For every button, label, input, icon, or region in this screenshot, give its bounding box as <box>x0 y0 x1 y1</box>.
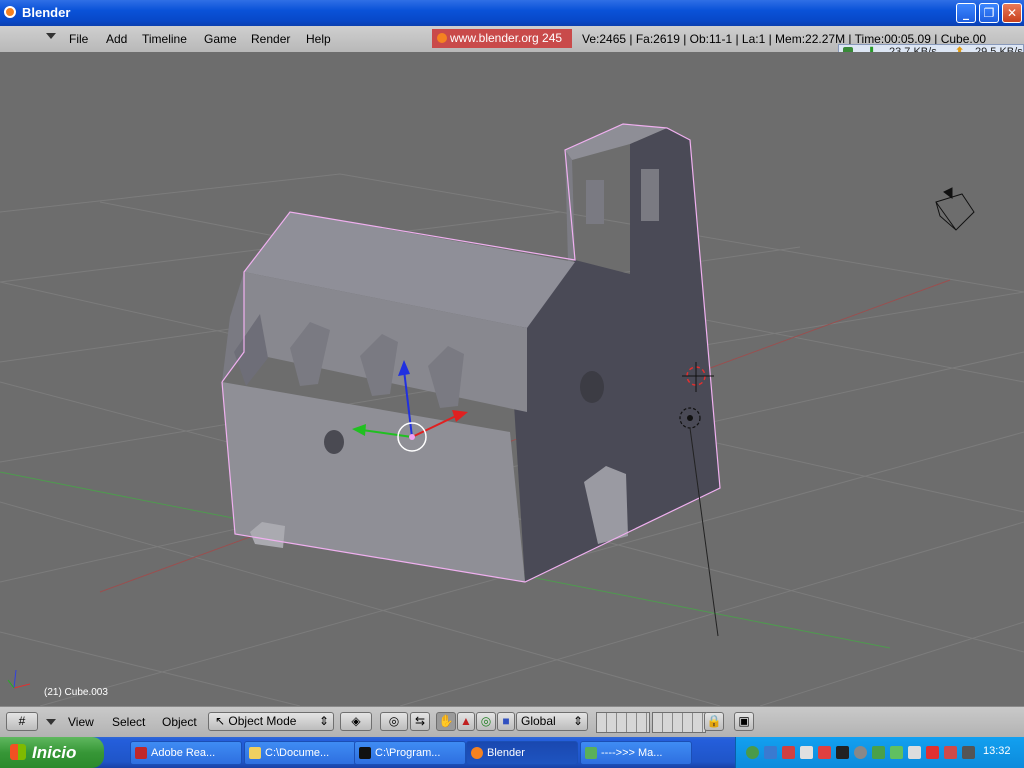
x-arrow-icon[interactable] <box>452 410 468 422</box>
task-blender[interactable]: Blender <box>466 741 578 765</box>
hand-icon: ✋ <box>438 714 454 728</box>
taskbar-clock: 13:32 <box>983 745 1011 757</box>
console-icon <box>359 747 371 759</box>
speaker-icon[interactable] <box>908 746 921 759</box>
menu-select[interactable]: Select <box>112 715 145 729</box>
task-label: Blender <box>487 747 525 759</box>
task-adobe-reader[interactable]: Adobe Rea... <box>130 741 242 765</box>
tray-icon[interactable] <box>962 746 975 759</box>
tray-icon[interactable] <box>818 746 831 759</box>
maximize-button[interactable]: ❐ <box>979 3 999 23</box>
editor-type-button[interactable]: # <box>6 712 38 731</box>
render-preview-button[interactable]: ▣ <box>734 712 754 731</box>
menu-object[interactable]: Object <box>162 715 197 729</box>
grid-editor-icon: # <box>18 714 26 728</box>
tower-window <box>641 169 659 221</box>
mode-dropdown[interactable]: ↖ Object Mode ⇕ <box>208 712 334 731</box>
tray-icon[interactable] <box>872 746 885 759</box>
rotate-icon: ◎ <box>480 714 492 728</box>
draw-type-icon: ◈ <box>351 714 361 728</box>
header-collapse-icon[interactable] <box>46 719 56 725</box>
task-label: C:\Docume... <box>265 747 330 759</box>
task-label: Adobe Rea... <box>151 747 216 759</box>
tray-icon[interactable] <box>926 746 939 759</box>
pivot-icon: ◎ <box>388 714 400 728</box>
window-title: Blender <box>22 5 71 20</box>
tower-window <box>586 180 604 224</box>
header-collapse-icon[interactable] <box>46 33 56 39</box>
menu-timeline[interactable]: Timeline <box>142 32 187 46</box>
object-mode-icon: ↖ <box>215 714 229 728</box>
menu-help[interactable]: Help <box>306 32 331 46</box>
task-messenger[interactable]: ---->>> Ma... <box>580 741 692 765</box>
blender-logo-icon <box>4 6 16 18</box>
round-window <box>324 430 344 454</box>
axis-gizmo-icon <box>7 669 31 689</box>
lock-icon: 🔒 <box>706 714 722 728</box>
camera-icon[interactable] <box>935 187 975 231</box>
windows-logo-icon <box>10 744 26 760</box>
3d-view-header: # View Select Object ↖ Object Mode ⇕ ◈ ◎ … <box>0 706 1024 737</box>
render-icon: ▣ <box>738 714 750 728</box>
minimize-button[interactable]: _ <box>956 3 976 23</box>
mode-label: Object Mode <box>228 714 297 728</box>
building-front-face <box>222 382 525 582</box>
tray-icon[interactable] <box>746 746 759 759</box>
tray-icon[interactable] <box>854 746 867 759</box>
scale-manipulator[interactable]: ■ <box>497 712 515 731</box>
layer-buttons-group-1[interactable] <box>596 712 650 733</box>
dropdown-arrow-icon: ⇕ <box>572 714 583 728</box>
translate-manipulator[interactable]: ▲ <box>457 712 475 731</box>
rotate-manipulator[interactable]: ◎ <box>476 712 496 731</box>
draw-type-dropdown[interactable]: ◈ <box>340 712 372 731</box>
menu-render[interactable]: Render <box>251 32 290 46</box>
task-documents-folder[interactable]: C:\Docume... <box>244 741 356 765</box>
dropdown-arrow-icon: ⇕ <box>318 714 329 728</box>
menu-add[interactable]: Add <box>106 32 127 46</box>
task-label: ---->>> Ma... <box>601 747 663 759</box>
align-icon: ⇆ <box>414 714 426 728</box>
orientation-dropdown[interactable]: Global ⇕ <box>516 712 588 731</box>
align-button[interactable]: ⇆ <box>410 712 430 731</box>
menu-game[interactable]: Game <box>204 32 237 46</box>
orientation-label: Global <box>521 714 556 728</box>
layer-buttons-group-2[interactable] <box>652 712 706 733</box>
menu-file[interactable]: File <box>69 32 88 46</box>
start-label: Inicio <box>32 743 77 762</box>
scale-icon: ■ <box>502 714 510 728</box>
manipulator-toggle[interactable]: ✋ <box>436 712 456 731</box>
viewport-scene <box>0 123 1024 706</box>
tray-icon[interactable] <box>764 746 777 759</box>
menu-view[interactable]: View <box>68 715 94 729</box>
translate-icon: ▲ <box>460 714 472 728</box>
system-tray <box>735 737 1024 768</box>
tray-icon[interactable] <box>836 746 849 759</box>
rose-window <box>580 371 604 403</box>
task-label: C:\Program... <box>375 747 441 759</box>
tray-icon[interactable] <box>782 746 795 759</box>
selected-object-label: (21) Cube.003 <box>44 687 108 698</box>
pivot-dropdown[interactable]: ◎ <box>380 712 408 731</box>
tray-icon[interactable] <box>944 746 957 759</box>
tray-icon[interactable] <box>890 746 903 759</box>
tray-icon[interactable] <box>800 746 813 759</box>
object-origin <box>409 434 415 440</box>
messenger-icon <box>585 747 597 759</box>
blender-url-icon <box>437 33 447 43</box>
close-button[interactable]: ✕ <box>1002 3 1022 23</box>
start-button[interactable]: Inicio <box>0 737 104 768</box>
url-label: www.blender.org 245 <box>450 31 563 45</box>
task-command-prompt[interactable]: C:\Program... <box>354 741 466 765</box>
blender-url-badge[interactable]: www.blender.org 245 <box>432 29 572 48</box>
layer-lock-button[interactable]: 🔒 <box>704 712 724 731</box>
blender-icon <box>471 747 483 759</box>
window-titlebar: Blender _ ❐ ✕ <box>0 0 1024 26</box>
adobe-icon <box>135 747 147 759</box>
3d-viewport[interactable] <box>0 52 1024 706</box>
folder-icon <box>249 747 261 759</box>
